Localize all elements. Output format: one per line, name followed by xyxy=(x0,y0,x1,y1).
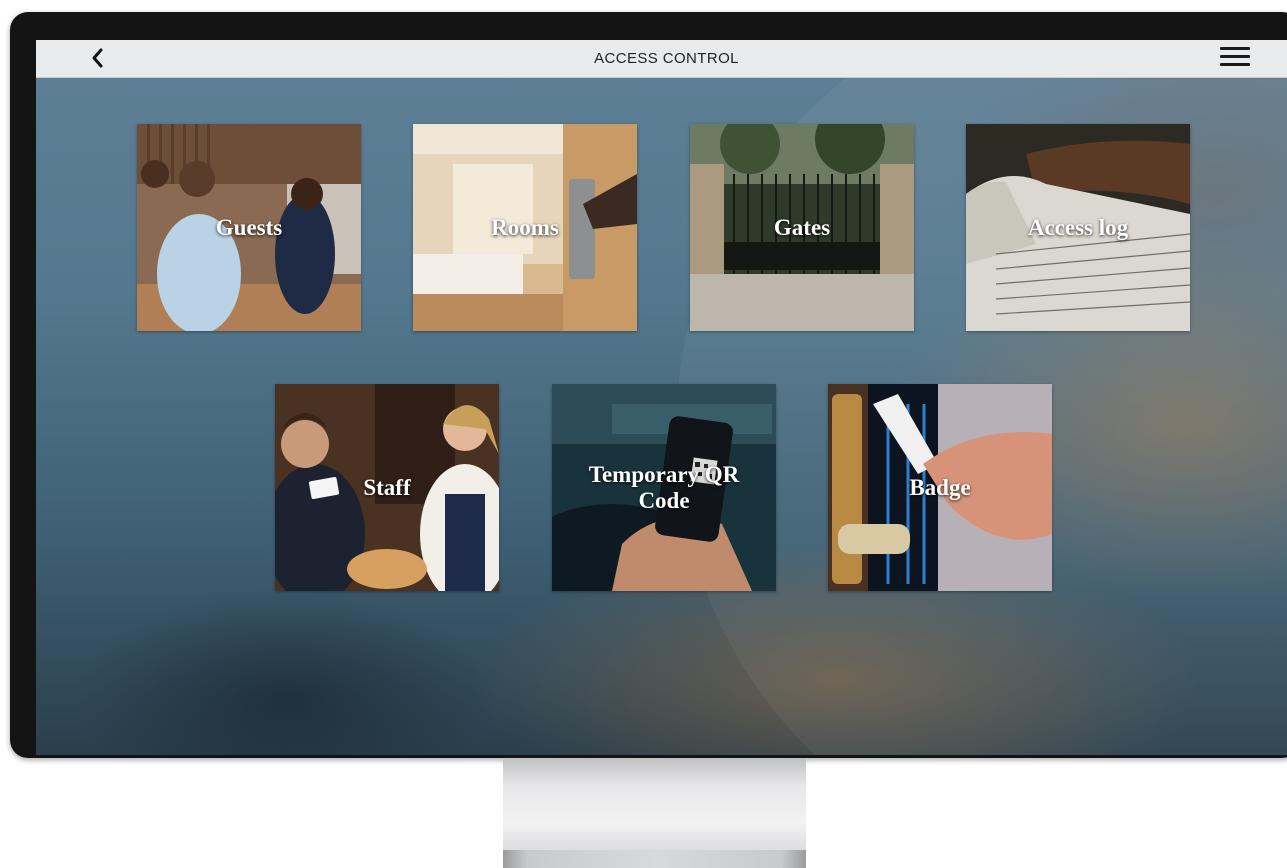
page-title: ACCESS CONTROL xyxy=(594,50,739,67)
menu-button[interactable] xyxy=(1220,47,1250,69)
tile-label: Rooms xyxy=(491,214,559,240)
tile-label: Badge xyxy=(909,474,971,500)
tile-label: Gates xyxy=(773,214,831,240)
tile-access-log[interactable]: Access log xyxy=(966,124,1190,331)
tile-staff[interactable]: Staff xyxy=(275,384,499,591)
tile-label: Access log xyxy=(1027,214,1129,240)
monitor-stand-base xyxy=(503,850,806,868)
hamburger-menu-icon xyxy=(1220,47,1250,50)
tile-guests[interactable]: Guests xyxy=(137,124,361,331)
tile-badge[interactable]: Badge xyxy=(828,384,1052,591)
monitor-stand xyxy=(503,758,806,852)
tile-gates[interactable]: Gates xyxy=(690,124,914,331)
tile-label: Guests xyxy=(215,214,283,240)
top-bar: ACCESS CONTROL xyxy=(36,40,1287,78)
tile-label: Staff xyxy=(363,474,411,500)
monitor-bezel: ACCESS CONTROL Guests Rooms Gates Access… xyxy=(10,12,1287,758)
app-screen: ACCESS CONTROL Guests Rooms Gates Access… xyxy=(36,40,1287,755)
tile-temporary-qr-code[interactable]: Temporary QR Code xyxy=(552,384,776,591)
tile-rooms[interactable]: Rooms xyxy=(413,124,637,331)
tile-label: Temporary QR Code xyxy=(588,461,740,513)
